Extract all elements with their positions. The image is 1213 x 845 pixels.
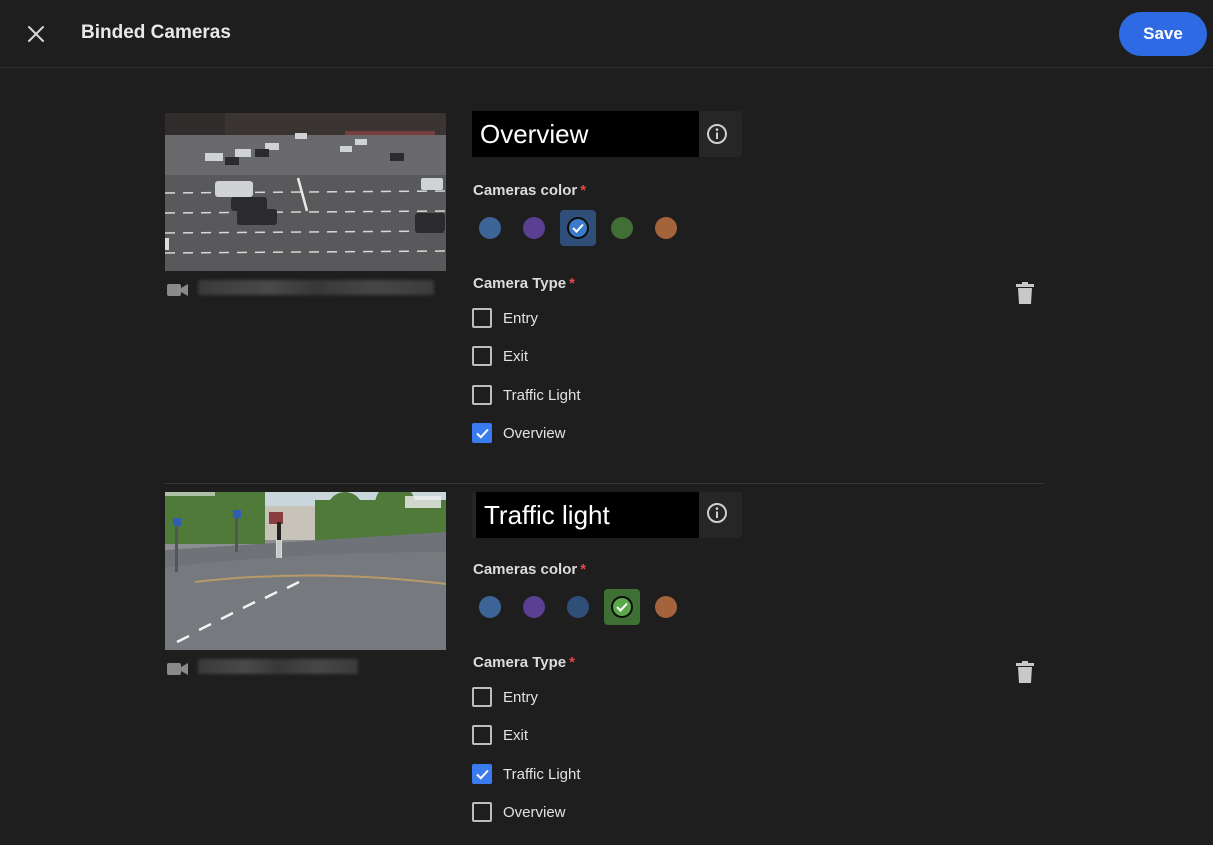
checkbox-traffic-light[interactable]: Traffic Light	[472, 763, 581, 785]
checkbox-entry[interactable]: Entry	[472, 307, 538, 329]
divider	[165, 483, 1044, 484]
color-swatch[interactable]	[516, 589, 552, 625]
save-button[interactable]: Save	[1119, 12, 1207, 56]
checkbox-box[interactable]	[472, 385, 492, 405]
page-title: Binded Cameras	[81, 22, 231, 43]
checkbox-overview[interactable]: Overview	[472, 801, 566, 823]
trash-icon[interactable]	[1016, 282, 1034, 304]
checkbox-exit[interactable]: Exit	[472, 345, 528, 367]
close-button[interactable]	[22, 20, 50, 48]
color-swatch[interactable]	[648, 589, 684, 625]
checkbox-traffic-light[interactable]: Traffic Light	[472, 384, 581, 406]
camera-preview-image	[165, 113, 446, 271]
info-icon[interactable]	[706, 502, 728, 524]
check-icon	[475, 769, 489, 780]
checkbox-box[interactable]	[472, 423, 492, 443]
checkbox-entry[interactable]: Entry	[472, 686, 538, 708]
check-icon	[475, 428, 489, 439]
camera-preview-image	[165, 492, 446, 650]
camera-name-redacted	[198, 659, 358, 674]
color-swatch[interactable]	[604, 589, 640, 625]
cameras-color-label: Cameras color *	[473, 561, 587, 578]
close-icon	[28, 26, 44, 42]
checkbox-box[interactable]	[472, 346, 492, 366]
checkbox-box[interactable]	[472, 725, 492, 745]
color-swatch[interactable]	[604, 210, 640, 246]
checkbox-box[interactable]	[472, 802, 492, 822]
camera-name-field[interactable]: Traffic light	[472, 492, 742, 538]
checkbox-exit[interactable]: Exit	[472, 724, 528, 746]
color-swatch[interactable]	[472, 589, 508, 625]
checkbox-overview[interactable]: Overview	[472, 422, 566, 444]
cameras-color-label: Cameras color *	[473, 182, 587, 199]
app-header: Binded Cameras Save	[0, 0, 1213, 68]
color-swatch[interactable]	[560, 589, 596, 625]
camera-name-text: Overview	[472, 111, 699, 157]
video-camera-icon	[167, 284, 188, 296]
check-icon	[572, 223, 584, 233]
camera-type-label: Camera Type *	[473, 654, 575, 671]
camera-name-text: Traffic light	[476, 492, 699, 538]
color-swatch[interactable]	[516, 210, 552, 246]
color-swatch[interactable]	[560, 210, 596, 246]
camera-name-redacted	[198, 280, 434, 295]
trash-icon[interactable]	[1016, 661, 1034, 683]
camera-type-label: Camera Type *	[473, 275, 575, 292]
info-icon[interactable]	[706, 123, 728, 145]
color-swatch[interactable]	[648, 210, 684, 246]
checkbox-box[interactable]	[472, 308, 492, 328]
color-swatch[interactable]	[472, 210, 508, 246]
checkbox-box[interactable]	[472, 764, 492, 784]
checkbox-box[interactable]	[472, 687, 492, 707]
video-camera-icon	[167, 663, 188, 675]
camera-name-field[interactable]: Overview	[472, 111, 742, 157]
check-icon	[616, 602, 628, 612]
